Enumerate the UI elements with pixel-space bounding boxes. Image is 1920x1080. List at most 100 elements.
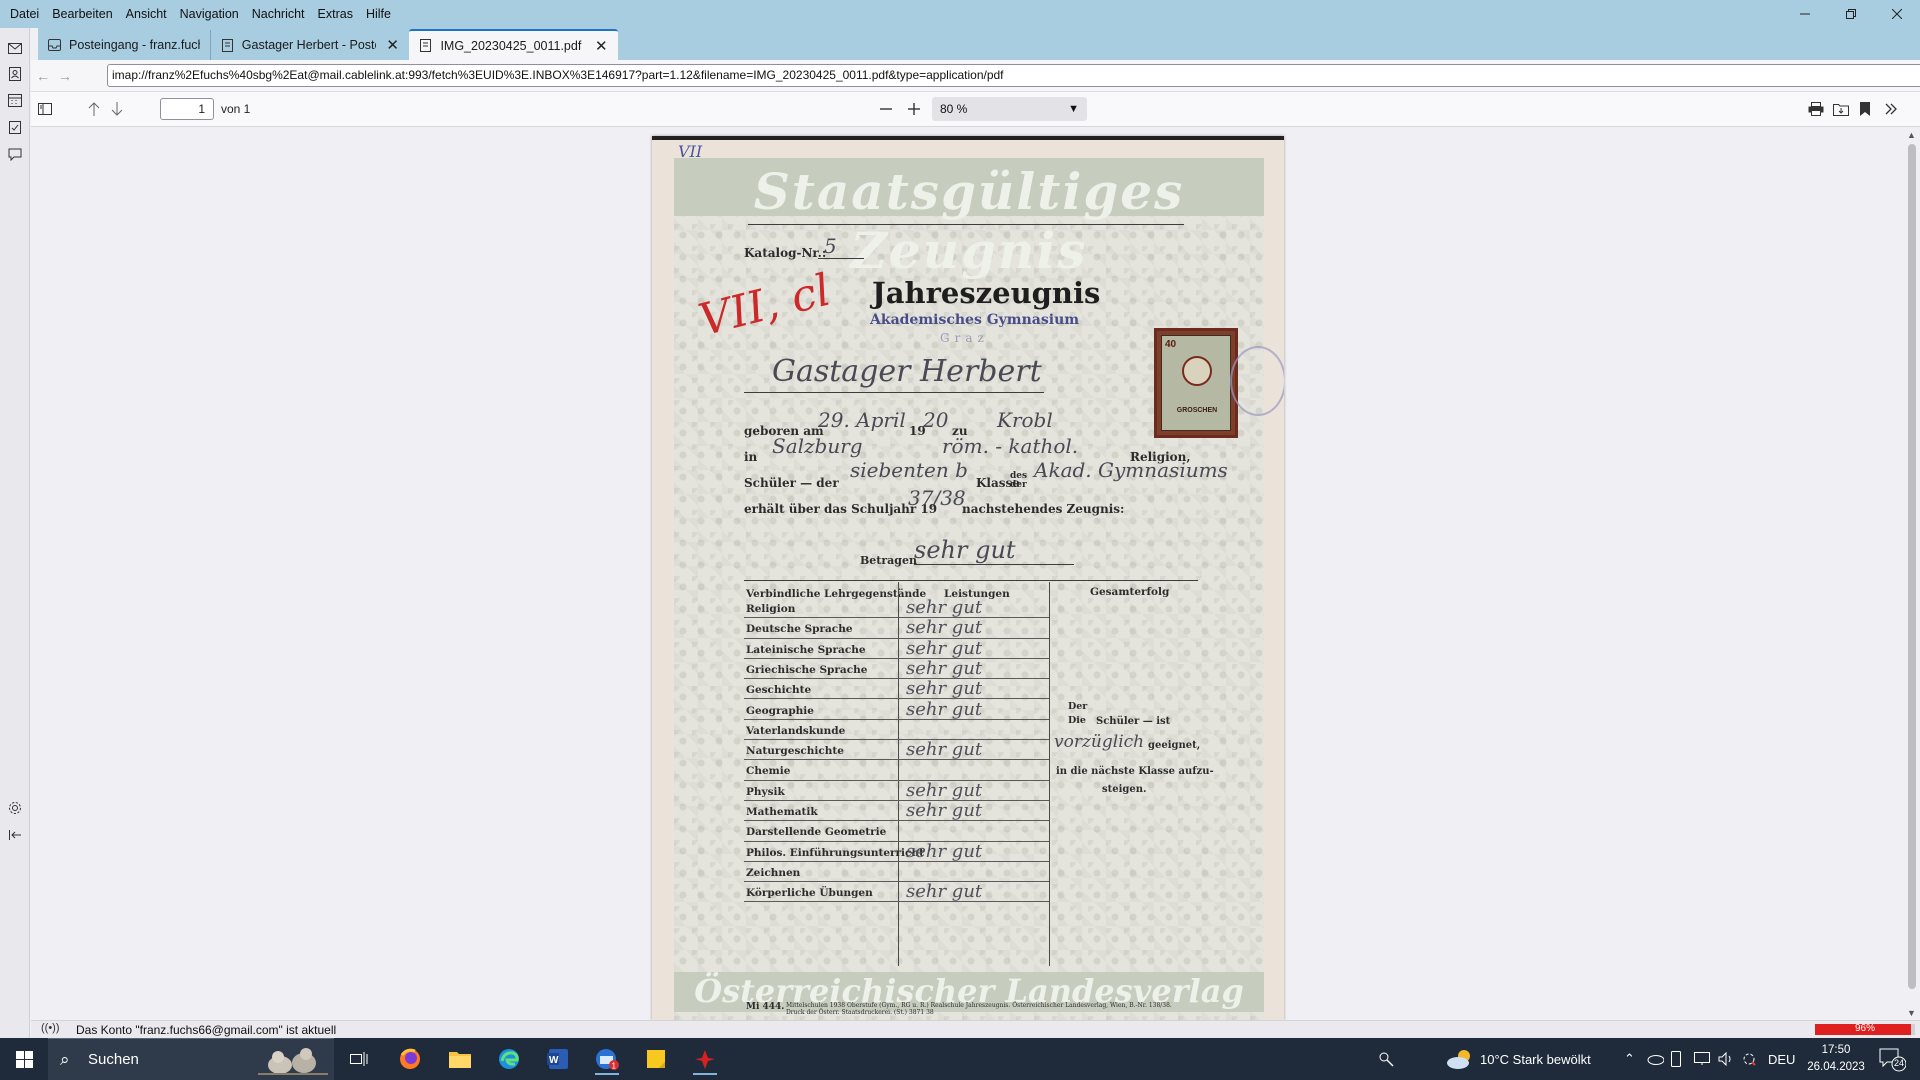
close-tab-icon[interactable]: ✕ [386, 36, 399, 54]
born-date: 29. April [818, 408, 906, 432]
print-icon[interactable] [1807, 100, 1825, 118]
menu-nachricht[interactable]: Nachricht [246, 0, 312, 28]
url-field[interactable]: imap://franz%2Efuchs%40sbg%2Eat@mail.cab… [107, 64, 1920, 87]
notification-center-icon[interactable]: 24 [1878, 1046, 1907, 1072]
chat-icon[interactable] [7, 146, 23, 162]
sticky-notes-icon[interactable] [636, 1043, 676, 1075]
scroll-up-icon[interactable]: ▲ [1907, 130, 1916, 140]
menu-ansicht[interactable]: Ansicht [120, 0, 174, 28]
file-explorer-icon[interactable] [440, 1043, 480, 1075]
device-icon[interactable] [1670, 1038, 1682, 1080]
subject-name: Religion [746, 603, 796, 615]
form-footer-text: Mittelschulen 1938 Oberstufe (Gym., RG u… [786, 1002, 1172, 1016]
zoom-in-icon[interactable] [905, 100, 923, 118]
menu-bearbeiten[interactable]: Bearbeiten [46, 0, 119, 28]
volume-icon[interactable] [1718, 1038, 1734, 1080]
show-hidden-icons-chevron-icon[interactable]: ⌃ [1624, 1038, 1635, 1080]
taskbar-search[interactable]: ⌕ Suchen [48, 1038, 334, 1080]
calendar-icon[interactable] [7, 92, 23, 108]
back-arrow-icon[interactable]: ← [35, 68, 51, 84]
subject-name: Griechische Sprache [746, 663, 868, 676]
address-book-icon[interactable] [7, 66, 23, 82]
gesamt-text-3: steigen. [1102, 784, 1147, 795]
menu-hilfe[interactable]: Hilfe [360, 0, 398, 28]
task-view-icon[interactable] [339, 1043, 379, 1075]
scroll-down-icon[interactable]: ▼ [1907, 1008, 1916, 1018]
subject-grade: sehr gut [906, 657, 983, 679]
mail-space-icon[interactable] [7, 40, 23, 56]
tab-pdf[interactable]: IMG_20230425_0011.pdf ✕ [409, 29, 618, 60]
subject-grade: sehr gut [906, 637, 983, 659]
thunderbird-icon[interactable]: 1 [587, 1043, 627, 1075]
windows-taskbar: ⌕ Suchen W 1 10°C Stark bewölkt ⌃ DEU 17… [0, 1038, 1920, 1080]
onedrive-cloud-icon[interactable] [1646, 1038, 1664, 1080]
subject-grade: sehr gut [906, 881, 983, 903]
forward-arrow-icon[interactable]: → [57, 68, 73, 84]
schueler-label: Schüler — der [744, 476, 839, 490]
more-tools-icon[interactable] [1882, 100, 1900, 118]
edge-icon[interactable] [489, 1043, 529, 1075]
settings-gear-icon[interactable] [7, 800, 23, 816]
minimize-button[interactable] [1782, 0, 1828, 28]
network-icon[interactable] [1694, 1038, 1710, 1080]
collapse-sidebar-icon[interactable] [7, 827, 23, 843]
table-row: Vaterlandskunde [744, 720, 1049, 741]
bookmark-icon[interactable] [1856, 100, 1874, 118]
underline [914, 564, 1074, 565]
menu-navigation[interactable]: Navigation [174, 0, 246, 28]
menu-bar: Datei Bearbeiten Ansicht Navigation Nach… [0, 0, 398, 28]
url-row: ← → imap://franz%2Efuchs%40sbg%2Eat@mail… [31, 60, 1920, 92]
save-download-icon[interactable] [1832, 100, 1850, 118]
people-search-icon[interactable] [1378, 1038, 1394, 1080]
page-number-input[interactable]: 1 [160, 98, 214, 120]
clock-time: 17:50 [1821, 1044, 1851, 1056]
school-seal [1230, 346, 1284, 416]
scrollbar-thumb[interactable] [1908, 144, 1916, 989]
next-page-icon[interactable] [108, 100, 126, 118]
firefox-icon[interactable] [390, 1043, 430, 1075]
document-title: Jahreszeugnis [872, 276, 1101, 310]
sync-status-icon[interactable] [1742, 1038, 1756, 1080]
acrobat-reader-icon[interactable] [685, 1043, 725, 1075]
divider [748, 224, 1184, 225]
sidebar-toggle-icon[interactable] [36, 100, 54, 118]
school-city: Graz [940, 331, 989, 345]
subject-grade: sehr gut [906, 617, 983, 639]
title-bar: Datei Bearbeiten Ansicht Navigation Nach… [0, 0, 1920, 28]
tab-message[interactable]: Gastager Herbert - Posteing ✕ [210, 30, 409, 60]
gesamt-geeignet: geeignet, [1148, 740, 1201, 751]
restore-button[interactable] [1828, 0, 1874, 28]
vertical-scrollbar[interactable]: ▲ ▼ [1904, 128, 1920, 1020]
tasks-icon[interactable] [7, 119, 23, 135]
cloudy-weather-icon [1447, 1050, 1470, 1069]
stamp-value: 40 [1165, 339, 1177, 350]
school-handwritten: Akad. Gymnasiums [1034, 458, 1228, 482]
subject-grade: sehr gut [906, 678, 983, 700]
header-banner: Staatsgültiges Zeugnis [674, 158, 1264, 280]
close-window-button[interactable] [1874, 0, 1920, 28]
system-clock[interactable]: 17:50 26.04.2023 [1806, 1042, 1866, 1076]
pdf-toolbar: 1 von 1 80 % ▼ [31, 92, 1920, 127]
schuljahr-suffix: nachstehendes Zeugnis: [962, 502, 1125, 516]
weather-widget[interactable]: 10°C Stark bewölkt [1446, 1038, 1591, 1080]
eagle-emblem-icon [1182, 356, 1212, 386]
tab-inbox[interactable]: Posteingang - franz.fuchs@sbg [38, 30, 210, 60]
zoom-out-icon[interactable] [877, 100, 895, 118]
chevron-down-icon: ▼ [1068, 103, 1079, 115]
start-button[interactable] [0, 1038, 48, 1080]
zoom-select[interactable]: 80 % ▼ [932, 97, 1087, 121]
input-language[interactable]: DEU [1768, 1038, 1795, 1080]
des-der: des der [1010, 471, 1028, 490]
pdf-viewer[interactable]: Staatsgültiges Zeugnis VII Katalog-Nr.: … [31, 128, 1904, 1020]
menu-datei[interactable]: Datei [4, 0, 46, 28]
connection-status-icon[interactable]: ((•)) [41, 1022, 60, 1034]
close-tab-icon[interactable]: ✕ [595, 37, 608, 55]
word-icon[interactable]: W [538, 1043, 578, 1075]
search-icon: ⌕ [60, 1050, 70, 1069]
subject-name: Lateinische Sprache [746, 643, 866, 656]
subject-name: Darstellende Geometrie [746, 826, 887, 839]
message-icon [221, 38, 234, 52]
previous-page-icon[interactable] [85, 100, 103, 118]
pdf-page: Staatsgültiges Zeugnis VII Katalog-Nr.: … [652, 136, 1284, 1020]
menu-extras[interactable]: Extras [312, 0, 360, 28]
